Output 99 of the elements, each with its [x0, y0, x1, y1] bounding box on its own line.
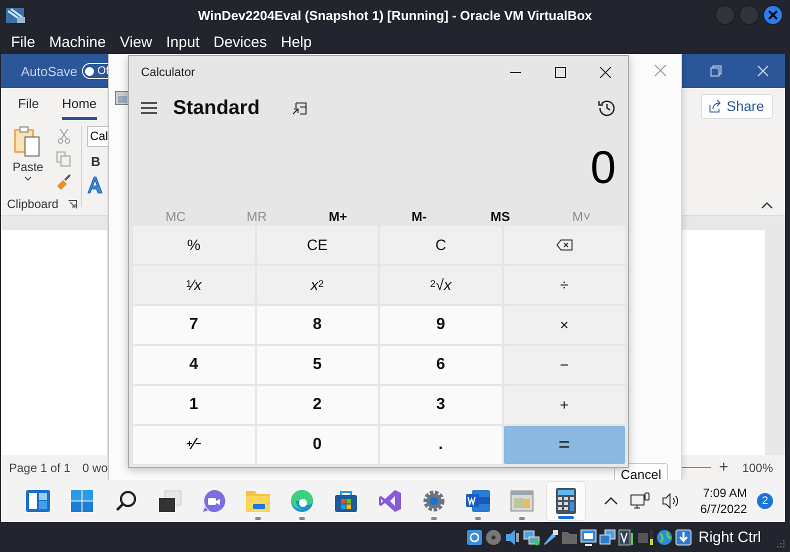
calculator-key[interactable]: 4: [133, 346, 254, 384]
caret-icon[interactable]: [604, 497, 618, 505]
close-button[interactable]: [763, 5, 783, 25]
paste-button[interactable]: Paste: [7, 124, 49, 197]
text-effects-icon[interactable]: [87, 176, 103, 194]
close-icon: [600, 66, 611, 78]
display-value: 0: [590, 140, 616, 194]
status-display-icon[interactable]: [580, 528, 598, 546]
share-button[interactable]: Share: [700, 94, 773, 118]
page-count: Page 1 of 1: [9, 460, 70, 474]
widgets-icon: [26, 490, 50, 512]
clock-time[interactable]: 7:09 AM: [702, 485, 747, 501]
calculator-key[interactable]: CE: [256, 226, 378, 264]
calculator-key[interactable]: %: [133, 226, 254, 264]
ribbon-tab[interactable]: File: [18, 96, 39, 120]
calculator-key[interactable]: 7: [133, 306, 254, 344]
status-cpu-icon[interactable]: [637, 528, 654, 546]
menu-item[interactable]: File: [11, 34, 36, 50]
status-download-icon[interactable]: [675, 528, 692, 546]
window-title: WinDev2204Eval (Snapshot 1) [Running] - Oracle VM VirtualBox: [198, 8, 592, 22]
calculator-key[interactable]: $^{2}$√x: [380, 266, 502, 304]
calculator-key[interactable]: 6: [380, 346, 502, 384]
bold-button[interactable]: B: [87, 154, 110, 169]
status-network-icon[interactable]: [523, 528, 540, 546]
calculator-key[interactable]: 2: [256, 386, 378, 424]
close-icon[interactable]: [654, 64, 667, 77]
menu-item[interactable]: Devices: [214, 34, 267, 50]
status-screens-icon[interactable]: [599, 528, 616, 546]
restore-icon[interactable]: [710, 65, 722, 77]
scissors-icon[interactable]: [57, 128, 71, 144]
calculator-key[interactable]: ÷: [504, 266, 625, 304]
word-count: 0 wo: [82, 460, 108, 474]
zoom-in-button[interactable]: +: [718, 458, 728, 476]
menu-icon[interactable]: [141, 102, 157, 114]
shopping-bag-icon: [334, 489, 358, 513]
browser-icon: [290, 489, 314, 513]
status-audio-icon[interactable]: [504, 528, 522, 546]
cancel-button[interactable]: Cancel: [614, 463, 668, 480]
autosave-label: AutoSave: [21, 64, 78, 78]
calculator-key[interactable]: 8: [256, 306, 378, 344]
status-globe-icon[interactable]: [656, 528, 674, 546]
calculator-key[interactable]: C: [380, 226, 502, 264]
close-icon: [768, 10, 778, 20]
calculator-key[interactable]: −: [504, 346, 625, 384]
volume-icon[interactable]: [662, 493, 680, 509]
status-usb-icon[interactable]: [542, 528, 560, 546]
windows-logo-icon: [71, 490, 93, 512]
zoom-level: 100%: [742, 460, 773, 474]
calculator-key[interactable]: ×: [504, 306, 625, 344]
maximize-icon: [555, 66, 566, 78]
host-key-label: Right Ctrl: [698, 528, 761, 546]
ribbon-tab[interactable]: Home: [62, 96, 97, 120]
calculator-key[interactable]: $^{1}$⁄x: [133, 266, 254, 304]
picture-window-icon: [510, 489, 534, 513]
calculator-key[interactable]: 9: [380, 306, 502, 344]
backspace-icon: [556, 239, 573, 251]
keep-on-top-icon[interactable]: [292, 102, 307, 114]
folder-icon: [246, 490, 270, 512]
clock-date[interactable]: 6/7/2022: [700, 501, 747, 517]
gear-icon: [422, 489, 446, 513]
memory-button[interactable]: MS: [460, 206, 541, 226]
collapse-ribbon-icon[interactable]: [761, 201, 773, 209]
equals-button[interactable]: =: [504, 426, 625, 464]
group-label: Clipboard: [7, 197, 58, 211]
dialog-launcher-icon[interactable]: [68, 200, 78, 208]
chevron-down-icon: [24, 176, 32, 182]
format-painter-icon[interactable]: [55, 174, 73, 192]
window-title: Calculator: [141, 65, 196, 79]
calculator-key[interactable]: .: [380, 426, 502, 464]
status-optical-icon[interactable]: [485, 528, 502, 546]
word-document-icon: [465, 489, 491, 513]
menu-item[interactable]: Input: [166, 34, 200, 50]
mode-title: Standard: [173, 96, 260, 120]
calculator-key[interactable]: 3: [380, 386, 502, 424]
calculator-key[interactable]: x$^{2}$: [256, 266, 378, 304]
taskbar-button[interactable]: [546, 481, 586, 521]
memory-button[interactable]: M+: [297, 206, 379, 226]
chat-icon: [202, 489, 226, 513]
share-icon: [708, 99, 722, 113]
calculator-key[interactable]: +: [504, 386, 625, 424]
window-icon: [115, 91, 129, 105]
search-icon: [115, 490, 137, 512]
task-view-icon: [158, 490, 182, 512]
calculator-key[interactable]: 0: [256, 426, 378, 464]
memory-button[interactable]: M-: [378, 206, 460, 226]
copy-icon[interactable]: [56, 151, 72, 167]
menu-item[interactable]: Help: [280, 34, 312, 50]
calculator-key[interactable]: 1: [133, 386, 254, 424]
loop-logo-icon: [378, 489, 402, 513]
app-logo-icon: [5, 5, 27, 25]
history-icon[interactable]: [598, 99, 616, 117]
menu-item[interactable]: View: [120, 34, 152, 50]
notification-badge[interactable]: 2: [757, 493, 773, 509]
menu-item[interactable]: Machine: [49, 34, 106, 50]
font-field[interactable]: Cal: [87, 126, 110, 147]
calculator-key[interactable]: 5: [256, 346, 378, 384]
network-icon[interactable]: [630, 492, 650, 510]
calculator-icon: [556, 488, 576, 514]
status-capture-icon[interactable]: [618, 528, 636, 546]
